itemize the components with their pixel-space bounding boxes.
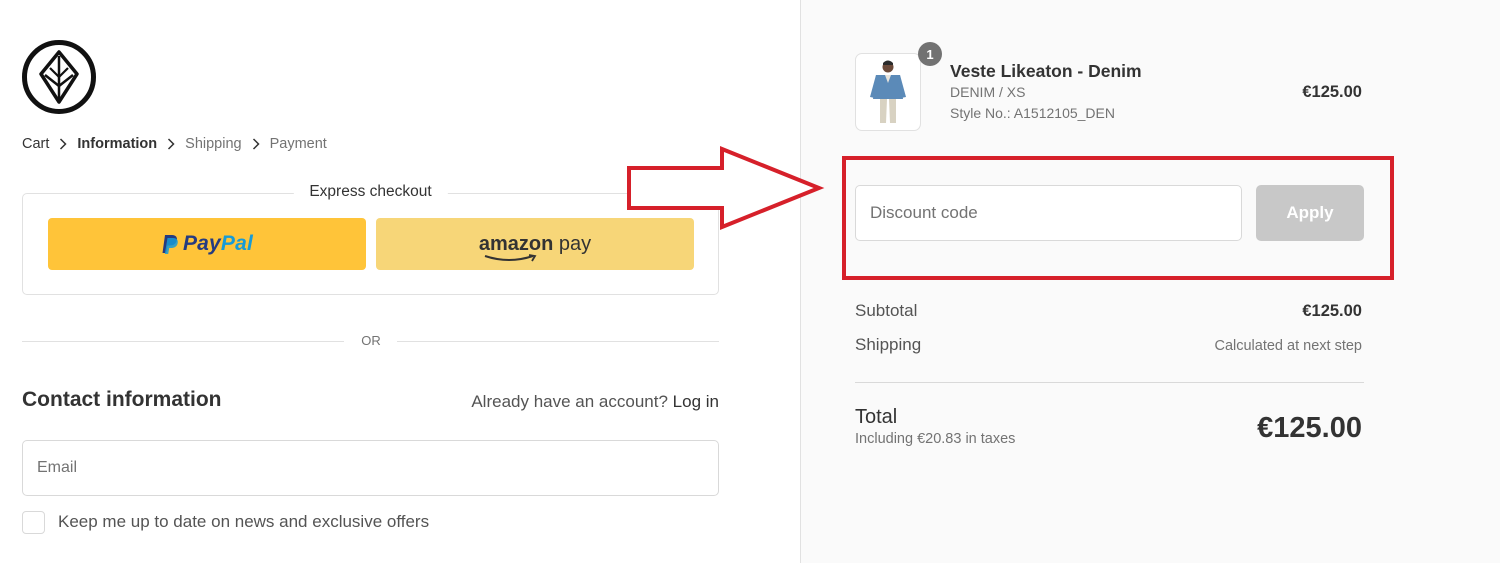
- login-link[interactable]: Log in: [673, 392, 719, 411]
- product-image: [855, 53, 921, 131]
- shipping-label: Shipping: [855, 335, 922, 354]
- account-prompt: Already have an account? Log in: [471, 392, 719, 412]
- total-label: Total: [855, 406, 898, 428]
- annotation-highlight-box: [842, 156, 1394, 280]
- total-value: €125.00: [1257, 412, 1362, 444]
- amazon-pay-wordmark: amazon pay: [479, 233, 591, 261]
- or-divider-text: OR: [361, 333, 381, 348]
- divider-line-right: [397, 341, 719, 342]
- express-checkout-title: Express checkout: [293, 183, 448, 201]
- account-prompt-text: Already have an account?: [471, 392, 668, 411]
- paypal-button[interactable]: PayPal: [48, 218, 366, 270]
- amazon-smile-icon: [484, 253, 537, 261]
- breadcrumb-shipping: Shipping: [185, 136, 242, 152]
- breadcrumb-information: Information: [77, 136, 158, 152]
- breadcrumb-payment: Payment: [269, 136, 327, 152]
- product-style-number: Style No.: A1512105_DEN: [950, 105, 1115, 121]
- quantity-badge: 1: [918, 42, 942, 66]
- shipping-value: Calculated at next step: [1214, 338, 1362, 354]
- annotation-arrow-icon: [627, 146, 825, 230]
- chevron-right-icon: [59, 138, 67, 150]
- email-field[interactable]: [22, 440, 719, 496]
- breadcrumb: Cart Information Shipping Payment: [22, 136, 327, 152]
- chevron-right-icon: [252, 138, 260, 150]
- express-checkout: Express checkout PayPal amazon pay: [22, 183, 719, 295]
- order-summary: 1 Veste Likeaton - Denim DENIM / XS Styl…: [800, 0, 1500, 563]
- checkout-main: Cart Information Shipping Payment Expres…: [0, 0, 800, 563]
- subtotal-label: Subtotal: [855, 301, 918, 320]
- newsletter-checkbox[interactable]: [22, 511, 45, 534]
- subtotal-value: €125.00: [1302, 302, 1362, 320]
- paypal-wordmark: PayPal: [182, 232, 254, 255]
- summary-divider: [855, 382, 1364, 383]
- paypal-p-icon: [161, 234, 179, 255]
- volcom-stone-logo-icon[interactable]: [22, 40, 96, 114]
- contact-information-title: Contact information: [22, 388, 222, 411]
- product-price: €125.00: [1302, 83, 1362, 101]
- divider-line-left: [22, 341, 344, 342]
- product-name: Veste Likeaton - Denim: [950, 61, 1142, 81]
- newsletter-label[interactable]: Keep me up to date on news and exclusive…: [58, 512, 429, 532]
- taxes-note: Including €20.83 in taxes: [855, 431, 1016, 447]
- product-variant: DENIM / XS: [950, 84, 1026, 100]
- breadcrumb-cart[interactable]: Cart: [22, 136, 49, 152]
- chevron-right-icon: [167, 138, 175, 150]
